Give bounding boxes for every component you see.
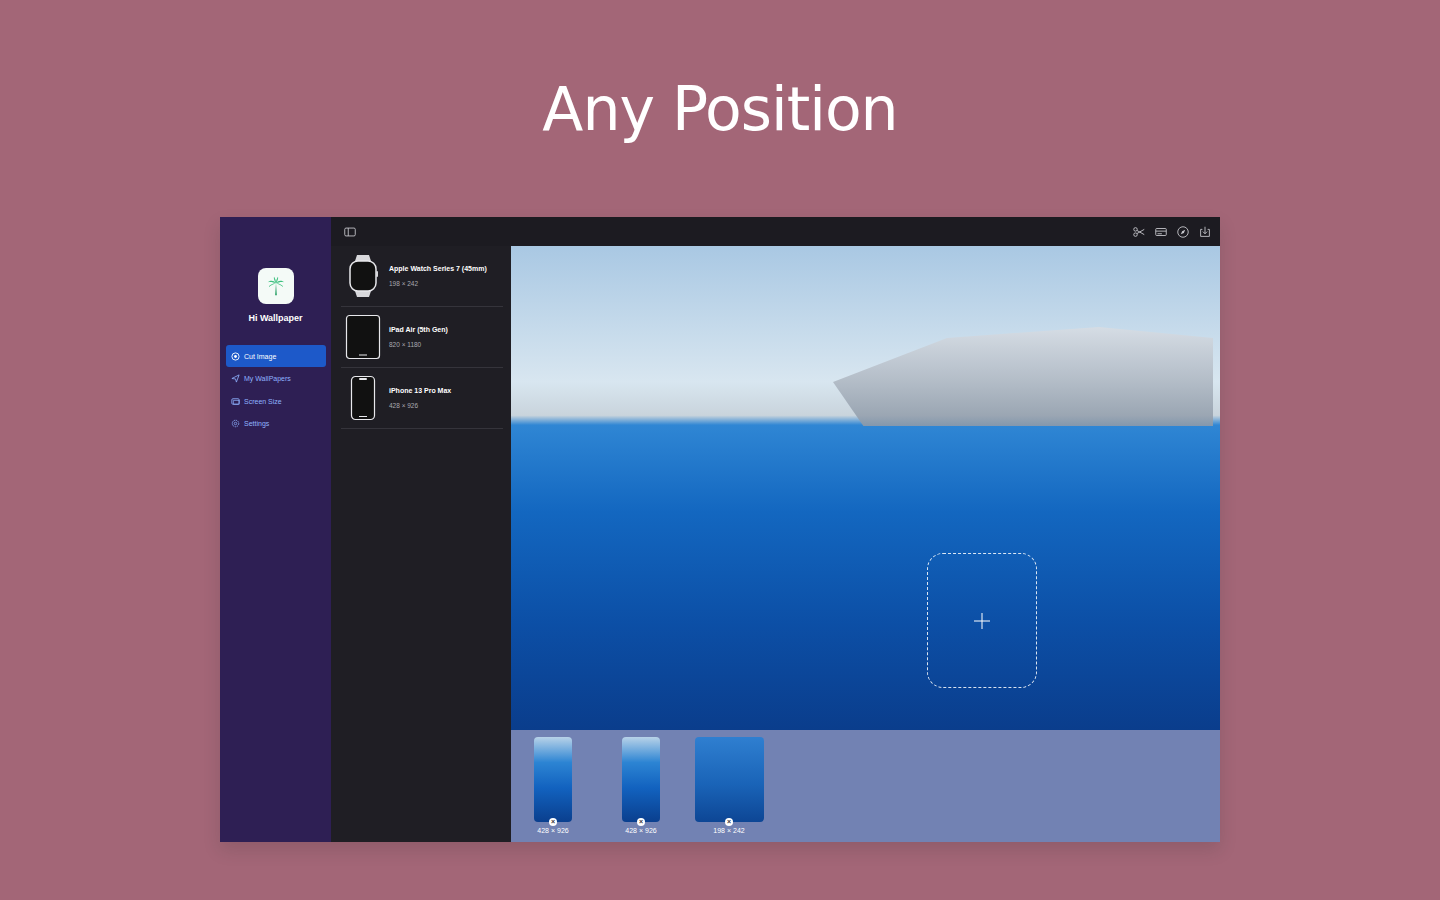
watch-icon [347,253,379,299]
app-logo-icon [258,268,294,304]
crop-item[interactable]: ×428 × 926 [606,737,676,835]
crop-item[interactable]: ×198 × 242 [694,737,764,835]
canvas: ×428 × 926×428 × 926×198 × 242 [511,246,1220,842]
tablet-icon [345,314,381,360]
remove-button[interactable]: × [549,818,557,826]
device-list: Apple Watch Series 7 (45mm) 198 × 242 iPad… [331,246,511,842]
paper-plane-icon [231,374,240,383]
sidebar-item[interactable]: Cut Image [226,345,326,367]
crop-size: 428 × 926 [537,826,568,835]
device-icon-box [341,375,385,421]
device-name: iPad Air (5th Gen) [389,325,448,334]
sidebar-toggle-icon[interactable] [343,225,357,239]
crop-size: 428 × 926 [625,826,656,835]
main-area: Apple Watch Series 7 (45mm) 198 × 242 iPad… [331,217,1220,842]
crop-thumbnail[interactable] [622,737,660,822]
compass-icon[interactable] [1176,225,1190,239]
device-size: 428 × 926 [389,401,451,410]
app-name: Hi Wallpaper [220,312,331,324]
device-name: iPhone 13 Pro Max [389,386,451,395]
sidebar-item[interactable]: Settings [226,413,326,435]
crop-strip: ×428 × 926×428 × 926×198 × 242 [511,730,1220,842]
device-text: Apple Watch Series 7 (45mm) 198 × 242 [389,264,487,288]
crop-thumb-wrap: × [622,737,660,822]
sidebar-item[interactable]: Screen Size [226,390,326,412]
crop-item[interactable]: ×428 × 926 [518,737,588,835]
sidebar-item-label: Settings [244,419,269,428]
screen-icon [231,397,240,406]
device-size: 820 × 1180 [389,340,448,349]
photo[interactable] [511,246,1220,730]
remove-button[interactable]: × [637,818,645,826]
gear-icon [231,419,240,428]
phone-icon [350,375,376,421]
sidebar-nav: Cut Image My WallPapers Screen Size Setting… [220,345,331,435]
download-icon[interactable] [1198,225,1212,239]
crop-thumbnail[interactable] [534,737,572,822]
device-row[interactable]: Apple Watch Series 7 (45mm) 198 × 242 [341,246,503,307]
crop-thumbnail[interactable] [695,737,764,822]
device-icon-box [341,253,385,299]
device-size: 198 × 242 [389,279,487,288]
device-icon-box [341,314,385,360]
device-row[interactable]: iPad Air (5th Gen) 820 × 1180 [341,307,503,368]
crop-thumb-wrap: × [695,737,764,822]
sidebar-item[interactable]: My WallPapers [226,368,326,390]
sidebar-item-label: Cut Image [244,352,276,361]
sidebar-item-label: My WallPapers [244,374,291,383]
remove-button[interactable]: × [725,818,733,826]
content: Apple Watch Series 7 (45mm) 198 × 242 iPad… [331,246,1220,842]
crop-size: 198 × 242 [713,826,744,835]
scissors-icon[interactable] [1132,225,1146,239]
device-text: iPad Air (5th Gen) 820 × 1180 [389,325,448,349]
ship-shape [833,316,1213,426]
device-text: iPhone 13 Pro Max 428 × 926 [389,386,451,410]
toolbar [331,217,1220,246]
crop-selection[interactable] [927,553,1037,688]
card-icon[interactable] [1154,225,1168,239]
device-row[interactable]: iPhone 13 Pro Max 428 × 926 [341,368,503,429]
headline: Any Position [0,0,1440,217]
sidebar-item-label: Screen Size [244,397,282,406]
sidebar: Hi Wallpaper Cut Image My WallPapers Scree… [220,217,331,842]
app-window: Hi Wallpaper Cut Image My WallPapers Scree… [220,217,1220,842]
device-name: Apple Watch Series 7 (45mm) [389,264,487,273]
crop-thumb-wrap: × [534,737,572,822]
target-icon [231,352,240,361]
plus-icon [973,612,991,630]
